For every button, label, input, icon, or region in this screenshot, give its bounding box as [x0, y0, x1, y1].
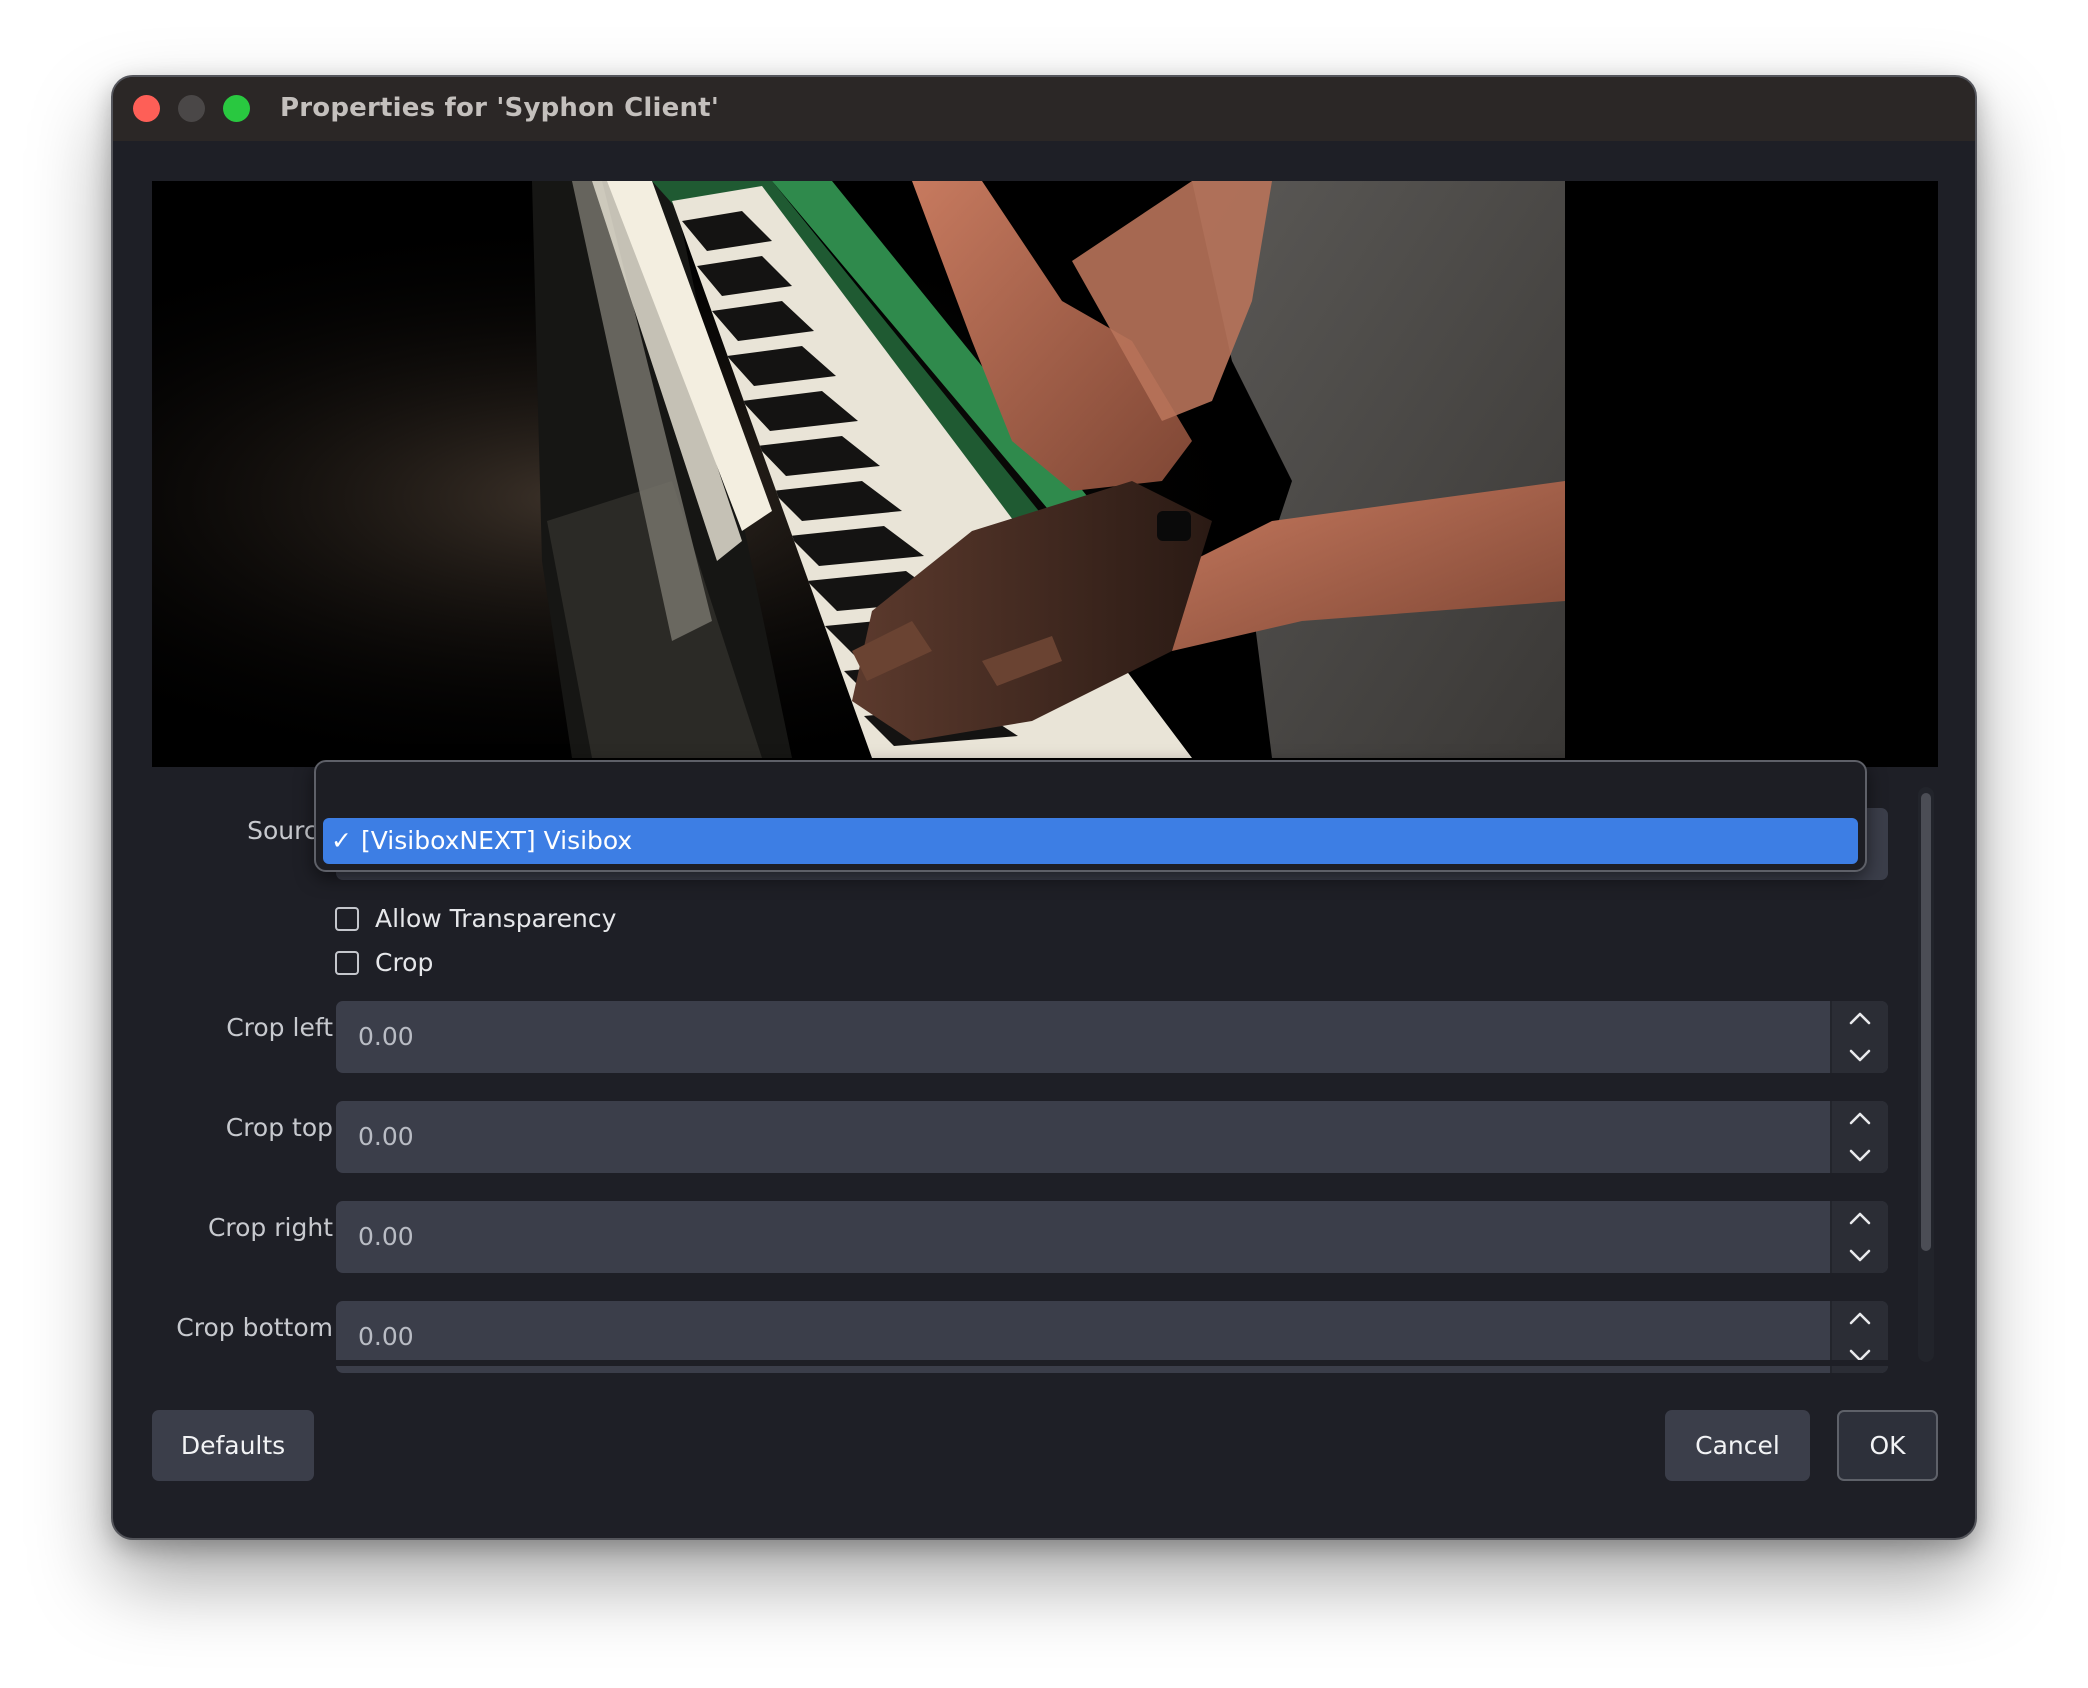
dropdown-option-label: [VisiboxNEXT] Visibox	[361, 826, 633, 855]
minimize-window-button[interactable]	[178, 95, 205, 122]
scrollbar-thumb[interactable]	[1921, 793, 1931, 1251]
preview-frame	[152, 181, 1565, 758]
source-preview	[152, 181, 1938, 767]
chevron-down-icon[interactable]	[1832, 1137, 1888, 1173]
dropdown-option-visibox[interactable]: ✓ [VisiboxNEXT] Visibox	[323, 818, 1858, 864]
scroll-clip-edge	[336, 1360, 1896, 1366]
defaults-button[interactable]: Defaults	[152, 1410, 314, 1481]
crop-top-value: 0.00	[358, 1122, 414, 1151]
chevron-up-icon[interactable]	[1832, 1301, 1888, 1337]
zoom-window-button[interactable]	[223, 95, 250, 122]
crop-top-field[interactable]: 0.00	[336, 1101, 1888, 1173]
allow-transparency-label: Allow Transparency	[375, 904, 617, 933]
chevron-up-icon[interactable]	[1832, 1001, 1888, 1037]
crop-left-value: 0.00	[358, 1022, 414, 1051]
screen: Properties for 'Syphon Client' Source Al…	[0, 0, 2088, 1688]
allow-transparency-checkbox[interactable]	[335, 907, 359, 931]
properties-scrollbar[interactable]	[1918, 787, 1934, 1362]
checkmark-icon: ✓	[331, 826, 352, 855]
crop-top-label: Crop top	[225, 1113, 333, 1142]
crop-bottom-value: 0.00	[358, 1322, 414, 1351]
source-label: Source	[247, 816, 333, 845]
cancel-button[interactable]: Cancel	[1665, 1410, 1810, 1481]
chevron-down-icon[interactable]	[1832, 1237, 1888, 1273]
chevron-up-icon[interactable]	[1832, 1201, 1888, 1237]
crop-label: Crop	[375, 948, 434, 977]
window-title: Properties for 'Syphon Client'	[280, 93, 719, 123]
crop-checkbox[interactable]	[335, 951, 359, 975]
close-window-button[interactable]	[133, 95, 160, 122]
chevron-down-icon[interactable]	[1832, 1037, 1888, 1073]
crop-left-label: Crop left	[226, 1013, 333, 1042]
title-bar[interactable]: Properties for 'Syphon Client'	[113, 77, 1975, 141]
crop-right-field[interactable]: 0.00	[336, 1201, 1888, 1273]
preview-image	[152, 181, 1565, 758]
crop-left-stepper	[1830, 1001, 1888, 1073]
crop-bottom-label: Crop bottom	[176, 1313, 333, 1342]
crop-top-stepper	[1830, 1101, 1888, 1173]
chevron-down-icon[interactable]	[1832, 1337, 1888, 1373]
crop-right-value: 0.00	[358, 1222, 414, 1251]
source-dropdown-menu: ✓ [VisiboxNEXT] Visibox	[314, 760, 1867, 872]
chevron-up-icon[interactable]	[1832, 1101, 1888, 1137]
crop-right-stepper	[1830, 1201, 1888, 1273]
ok-button[interactable]: OK	[1837, 1410, 1938, 1481]
crop-left-field[interactable]: 0.00	[336, 1001, 1888, 1073]
crop-right-label: Crop right	[207, 1213, 333, 1242]
properties-window: Properties for 'Syphon Client' Source Al…	[111, 75, 1977, 1540]
